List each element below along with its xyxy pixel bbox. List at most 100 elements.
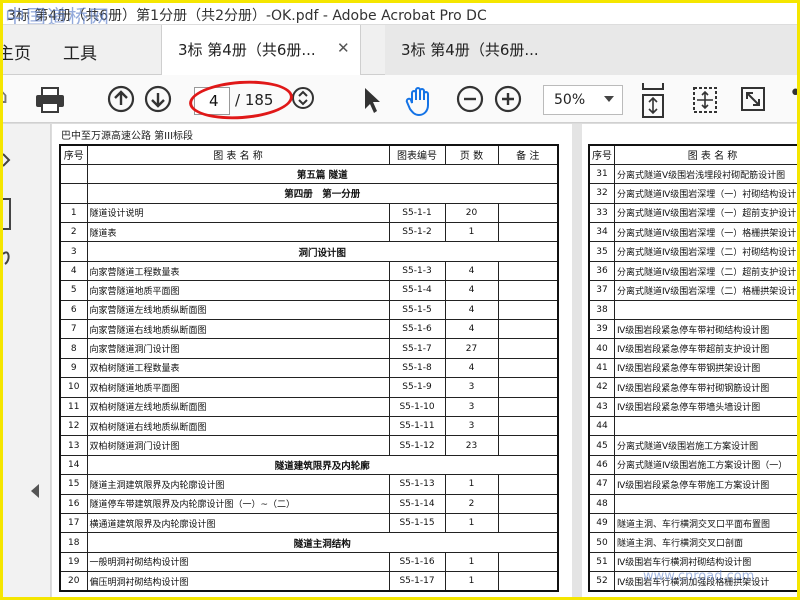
row-name: 分离式隧道Ⅴ级围岩施工方案设计图: [614, 435, 797, 456]
row-number: 33: [588, 202, 615, 224]
row-name: Ⅳ级围岩段紧急停车带墙头墙设计图: [614, 396, 797, 417]
row-name: Ⅳ级围岩段紧急停车带衬砌结构设计图: [614, 319, 797, 340]
row-code: S5-1-5: [388, 299, 446, 321]
pdf-page-right: 序号 图 表 名 称 31 分离式隧道Ⅴ级围岩浅埋段衬砌配筋设计图 32 分离式隧道Ⅳ…: [582, 124, 797, 597]
menu-tools[interactable]: 工具: [63, 39, 97, 64]
row-number: 4: [59, 260, 88, 282]
row-number: 31: [588, 163, 615, 185]
table-row: 5 向家营隧道地质平面图 S5-1-4 4: [59, 280, 559, 301]
row-number: 38: [588, 299, 615, 321]
row-number: 35: [588, 241, 615, 262]
row-name: 隧道主洞建筑限界及内轮廓设计图: [86, 474, 390, 495]
close-icon[interactable]: ✕: [337, 39, 350, 57]
row-name: 分离式隧道Ⅳ级围岩深埋（一）超前支护设计: [614, 202, 797, 224]
row-note: [497, 435, 559, 456]
row-name: 一般明洞衬砌结构设计图: [86, 551, 390, 573]
contents-table-continued: 序号 图 表 名 称 31 分离式隧道Ⅴ级围岩浅埋段衬砌配筋设计图 32 分离式隧道Ⅳ…: [588, 144, 797, 592]
find-icon[interactable]: [290, 85, 316, 113]
project-header: 巴中至万源高速公路 第III标段: [61, 131, 194, 142]
tab-document-1[interactable]: 3标 第4册（共6册... ✕: [161, 25, 361, 75]
table-row: 49 隧道主洞、车行横洞交叉口平面布置图: [588, 512, 797, 534]
table-row: 43 Ⅳ级围岩段紧急停车带墙头墙设计图: [588, 396, 797, 417]
row-name: 向家营隧道地质平面图: [86, 280, 390, 301]
title-bar: 3标 第4册（共6册）第1分册（共2分册）-OK.pdf - Adobe Acr…: [3, 3, 797, 25]
table-row: 13 双柏树隧道洞门设计图 S5-1-12 23: [59, 435, 559, 456]
row-number: 15: [59, 474, 88, 495]
tab-document-2[interactable]: 3标 第4册（共6册...: [385, 25, 797, 75]
row-number: 51: [588, 551, 615, 573]
row-code: S5-1-13: [388, 474, 446, 495]
row-note: [497, 474, 559, 495]
row-name: 双柏树隧道工程数量表: [86, 357, 390, 379]
row-pages: 2: [444, 493, 499, 514]
row-note: [497, 319, 559, 340]
collapse-pane-icon[interactable]: [31, 484, 39, 498]
row-number: 32: [588, 183, 615, 204]
document-view[interactable]: 巴中至万源高速公路 第III标段 序号 图 表 名 称 图表编号 页 数 备 注…: [52, 124, 797, 597]
hand-tool-icon[interactable]: [403, 85, 437, 117]
row-number: 5: [59, 280, 88, 301]
column-header-no: 序号: [588, 144, 615, 165]
row-number: 19: [59, 551, 88, 573]
row-name: 分离式隧道Ⅳ级围岩深埋（一）格栅拱架设计: [614, 222, 797, 243]
print-icon[interactable]: [33, 85, 67, 115]
table-row: 11 双柏树隧道左线地质纵断面图 S5-1-10 3: [59, 396, 559, 417]
table-row: 16 隧道停车带建筑限界及内轮廓设计图（一）~（二） S5-1-14 2: [59, 493, 559, 514]
row-note: [497, 493, 559, 514]
column-header-pages: 页 数: [444, 144, 499, 165]
row-number: 9: [59, 357, 88, 379]
table-row: 4 向家营隧道工程数量表 S5-1-3 4: [59, 260, 559, 282]
zoom-out-icon[interactable]: [456, 85, 484, 113]
zoom-in-icon[interactable]: [494, 85, 522, 113]
section-title: 隧道主洞结构: [86, 532, 559, 553]
table-row: 第四册 第一分册: [59, 183, 559, 204]
row-note: [497, 357, 559, 379]
row-name: Ⅳ级围岩段紧急停车带钢拱架设计图: [614, 357, 797, 379]
section-title: 洞门设计图: [86, 241, 559, 262]
row-code: S5-1-10: [388, 396, 446, 417]
table-row: 7 向家营隧道右线地质纵断面图 S5-1-6 4: [59, 319, 559, 340]
table-row: 34 分离式隧道Ⅳ级围岩深埋（一）格栅拱架设计: [588, 222, 797, 243]
row-note: [497, 551, 559, 573]
row-name: 隧道设计说明: [86, 202, 390, 224]
scroll-mode-icon[interactable]: [639, 81, 667, 119]
row-pages: 3: [444, 415, 499, 437]
table-row: 2 隧道表 S5-1-2 1: [59, 222, 559, 243]
row-number: 20: [59, 571, 88, 592]
row-name: [614, 415, 797, 437]
select-arrow-icon[interactable]: [359, 85, 385, 115]
row-number: 48: [588, 493, 615, 514]
more-icon[interactable]: •: [789, 81, 797, 106]
page-up-icon[interactable]: [107, 85, 135, 113]
row-code: S5-1-6: [388, 319, 446, 340]
row-pages: 4: [444, 260, 499, 282]
menu-home[interactable]: 主页: [3, 39, 31, 64]
row-name: 隧道主洞、车行横洞交叉口剖面: [614, 532, 797, 553]
table-row: 8 向家营隧道洞门设计图 S5-1-7 27: [59, 338, 559, 359]
table-row: 6 向家营隧道左线地质纵断面图 S5-1-5 4: [59, 299, 559, 321]
row-number: 6: [59, 299, 88, 321]
chevron-down-icon: [604, 96, 614, 102]
row-number: 1: [59, 202, 88, 224]
row-note: [497, 415, 559, 437]
table-row: 47 Ⅳ级围岩段紧急停车带施工方案设计图: [588, 474, 797, 495]
row-number: 44: [588, 415, 615, 437]
row-number: 40: [588, 338, 615, 359]
row-code: S5-1-15: [388, 512, 446, 534]
home-partial-icon[interactable]: ⌂: [3, 81, 8, 109]
table-row: 33 分离式隧道Ⅳ级围岩深埋（一）超前支护设计: [588, 202, 797, 224]
row-code: S5-1-7: [388, 338, 446, 359]
side-tools-icon[interactable]: [1, 144, 15, 274]
row-code: S5-1-11: [388, 415, 446, 437]
row-name: 分离式隧道Ⅳ级围岩深埋（二）格栅拱架设计: [614, 280, 797, 301]
fit-page-icon[interactable]: [691, 85, 719, 115]
row-name: 双柏树隧道地质平面图: [86, 377, 390, 398]
row-pages: 4: [444, 357, 499, 379]
row-name: 分离式隧道Ⅴ级围岩浅埋段衬砌配筋设计图: [614, 163, 797, 185]
fullscreen-icon[interactable]: [739, 85, 767, 113]
table-row: 46 分离式隧道Ⅳ级围岩施工方案设计图（一）: [588, 454, 797, 476]
page-down-icon[interactable]: [144, 85, 172, 113]
zoom-select[interactable]: 50%: [543, 85, 623, 115]
table-row: 第五篇 隧道: [59, 163, 559, 185]
row-pages: 20: [444, 202, 499, 224]
